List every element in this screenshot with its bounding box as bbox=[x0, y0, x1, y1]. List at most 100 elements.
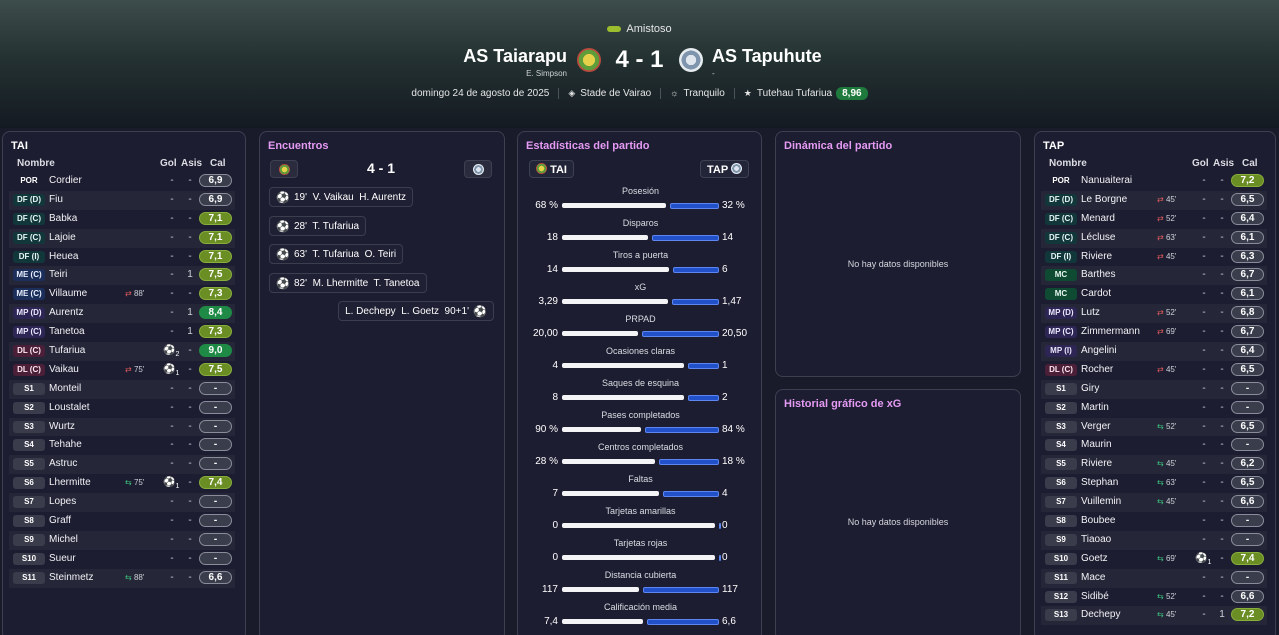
player-name[interactable]: Aurentz bbox=[49, 307, 83, 318]
player-name[interactable]: Babka bbox=[49, 213, 77, 224]
player-name[interactable]: Rocher bbox=[1081, 364, 1113, 375]
player-row[interactable]: S5 Riviere ⇆ 45' - -6,2 bbox=[1041, 455, 1267, 475]
player-row[interactable]: DF (D) Le Borgne ⇄ 45' - -6,5 bbox=[1041, 190, 1267, 210]
player-name[interactable]: Nanuaiterai bbox=[1081, 175, 1132, 186]
player-name[interactable]: Le Borgne bbox=[1081, 194, 1127, 205]
player-row[interactable]: S2 Martin - - - bbox=[1041, 399, 1267, 418]
player-name[interactable]: Vaikau bbox=[49, 364, 79, 375]
player-row[interactable]: DF (C) Lajoie - -7,1 bbox=[9, 228, 235, 248]
player-row[interactable]: DF (C) Menard ⇄ 52' - -6,4 bbox=[1041, 210, 1267, 229]
player-name[interactable]: Astruc bbox=[49, 458, 77, 469]
player-name[interactable]: Sidibé bbox=[1081, 591, 1109, 602]
player-name[interactable]: Lutz bbox=[1081, 307, 1100, 318]
player-name[interactable]: Martin bbox=[1081, 402, 1109, 413]
player-name[interactable]: Stephan bbox=[1081, 477, 1118, 488]
player-row[interactable]: MP (D) Lutz ⇄ 52' - -6,8 bbox=[1041, 304, 1267, 324]
home-team-chip[interactable]: TAI bbox=[529, 160, 574, 178]
player-row[interactable]: S10 Goetz ⇆ 69' ⚽1-7,4 bbox=[1041, 550, 1267, 569]
player-name[interactable]: Maurin bbox=[1081, 439, 1112, 450]
player-row[interactable]: S6 Lhermitte ⇆ 75' ⚽1-7,4 bbox=[9, 474, 235, 493]
player-name[interactable]: Tiaoao bbox=[1081, 534, 1111, 545]
player-row[interactable]: ME (C) Teiri - 1 7,5 bbox=[9, 266, 235, 286]
player-name[interactable]: Zimmermann bbox=[1081, 326, 1140, 337]
stadium-name[interactable]: Stade de Vairao bbox=[580, 88, 651, 99]
player-name[interactable]: Mace bbox=[1081, 572, 1105, 583]
player-name[interactable]: Dechepy bbox=[1081, 609, 1120, 620]
player-row[interactable]: S3 Verger ⇆ 52' - -6,5 bbox=[1041, 417, 1267, 437]
player-name[interactable]: Fiu bbox=[49, 194, 63, 205]
player-row[interactable]: S8 Boubee - - - bbox=[1041, 512, 1267, 531]
player-name[interactable]: Steinmetz bbox=[49, 572, 93, 583]
player-name[interactable]: Lopes bbox=[49, 496, 76, 507]
player-name[interactable]: Teiri bbox=[49, 269, 67, 280]
goal-event[interactable]: ⚽ L. Dechepy L. Goetz 90+1' bbox=[338, 301, 494, 321]
player-name[interactable]: Tehahe bbox=[49, 439, 82, 450]
player-row[interactable]: S9 Tiaoao - - - bbox=[1041, 530, 1267, 550]
player-row[interactable]: S7 Lopes - - - bbox=[9, 493, 235, 513]
player-name[interactable]: Monteil bbox=[49, 383, 81, 394]
player-name[interactable]: Riviere bbox=[1081, 458, 1112, 469]
player-row[interactable]: DL (C) Tufariua ⚽2-9,0 bbox=[9, 342, 235, 361]
player-name[interactable]: Michel bbox=[49, 534, 78, 545]
player-row[interactable]: S1 Monteil - - - bbox=[9, 379, 235, 399]
player-name[interactable]: Verger bbox=[1081, 421, 1110, 432]
player-row[interactable]: S6 Stephan ⇆ 63' - -6,5 bbox=[1041, 474, 1267, 493]
player-row[interactable]: DF (C) Lécluse ⇄ 63' - -6,1 bbox=[1041, 228, 1267, 248]
player-row[interactable]: S8 Graff - - - bbox=[9, 512, 235, 531]
player-name[interactable]: Giry bbox=[1081, 383, 1099, 394]
player-row[interactable]: DF (I) Heuea - -7,1 bbox=[9, 248, 235, 267]
player-row[interactable]: S11 Steinmetz ⇆ 88' - -6,6 bbox=[9, 568, 235, 588]
player-row[interactable]: MC Cardot - -6,1 bbox=[1041, 285, 1267, 304]
player-row[interactable]: MC Barthes - -6,7 bbox=[1041, 266, 1267, 286]
player-name[interactable]: Vuillemin bbox=[1081, 496, 1121, 507]
goal-event[interactable]: ⚽ 63' T. Tufariua O. Teiri bbox=[269, 244, 404, 264]
player-name[interactable]: Boubee bbox=[1081, 515, 1115, 526]
player-row[interactable]: MP (I) Angelini - -6,4 bbox=[1041, 342, 1267, 361]
player-name[interactable]: Tufariua bbox=[49, 345, 85, 356]
player-row[interactable]: MP (C) Zimmermann ⇄ 69' - -6,7 bbox=[1041, 323, 1267, 342]
player-name[interactable]: Menard bbox=[1081, 213, 1115, 224]
player-row[interactable]: MP (C) Tanetoa - 1 7,3 bbox=[9, 323, 235, 342]
player-name[interactable]: Heuea bbox=[49, 251, 78, 262]
player-row[interactable]: S4 Tehahe - - - bbox=[9, 436, 235, 455]
player-row[interactable]: DF (D) Fiu - -6,9 bbox=[9, 190, 235, 210]
player-row[interactable]: MP (D) Aurentz - 1 8,4 bbox=[9, 304, 235, 324]
potm-name[interactable]: Tutehau Tufariua bbox=[757, 88, 832, 99]
player-row[interactable]: S3 Wurtz - - - bbox=[9, 417, 235, 437]
player-row[interactable]: POR Nanuaiterai - -7,2 bbox=[1041, 172, 1267, 191]
player-row[interactable]: DF (C) Babka - -7,1 bbox=[9, 210, 235, 229]
player-row[interactable]: DF (I) Riviere ⇄ 45' - -6,3 bbox=[1041, 248, 1267, 267]
player-name[interactable]: Goetz bbox=[1081, 553, 1108, 564]
player-name[interactable]: Villaume bbox=[49, 288, 87, 299]
player-name[interactable]: Riviere bbox=[1081, 251, 1112, 262]
player-row[interactable]: S1 Giry - - - bbox=[1041, 379, 1267, 399]
player-name[interactable]: Lajoie bbox=[49, 232, 76, 243]
player-name[interactable]: Lécluse bbox=[1081, 232, 1115, 243]
player-row[interactable]: S7 Vuillemin ⇆ 45' - -6,6 bbox=[1041, 493, 1267, 513]
player-row[interactable]: S11 Mace - - - bbox=[1041, 568, 1267, 588]
player-row[interactable]: S10 Sueur - - - bbox=[9, 550, 235, 569]
player-name[interactable]: Wurtz bbox=[49, 421, 75, 432]
player-name[interactable]: Lhermitte bbox=[49, 477, 91, 488]
goal-event[interactable]: ⚽ 28' T. Tufariua bbox=[269, 215, 367, 236]
away-team-chip[interactable]: TAP bbox=[700, 160, 750, 178]
player-row[interactable]: S13 Dechepy ⇆ 45' - 1 7,2 bbox=[1041, 606, 1267, 626]
player-name[interactable]: Sueur bbox=[49, 553, 76, 564]
player-name[interactable]: Cordier bbox=[49, 175, 82, 186]
player-name[interactable]: Loustalet bbox=[49, 402, 90, 413]
player-row[interactable]: S12 Sidibé ⇆ 52' - -6,6 bbox=[1041, 588, 1267, 607]
player-row[interactable]: S4 Maurin - - - bbox=[1041, 436, 1267, 455]
player-row[interactable]: S9 Michel - - - bbox=[9, 530, 235, 550]
player-name[interactable]: Cardot bbox=[1081, 288, 1111, 299]
player-row[interactable]: S5 Astruc - - - bbox=[9, 455, 235, 475]
goal-event[interactable]: ⚽ 19' V. Vaikau H. Aurentz bbox=[269, 187, 413, 207]
away-team-name[interactable]: AS Tapuhute bbox=[712, 46, 822, 67]
player-row[interactable]: ME (C) Villaume ⇄ 88' - -7,3 bbox=[9, 285, 235, 304]
player-name[interactable]: Tanetoa bbox=[49, 326, 85, 337]
goal-event[interactable]: ⚽ 82' M. Lhermitte T. Tanetoa bbox=[269, 272, 427, 293]
player-name[interactable]: Graff bbox=[49, 515, 71, 526]
player-name[interactable]: Barthes bbox=[1081, 269, 1115, 280]
player-row[interactable]: POR Cordier - -6,9 bbox=[9, 172, 235, 191]
player-row[interactable]: DL (C) Rocher ⇄ 45' - -6,5 bbox=[1041, 361, 1267, 380]
player-name[interactable]: Angelini bbox=[1081, 345, 1117, 356]
